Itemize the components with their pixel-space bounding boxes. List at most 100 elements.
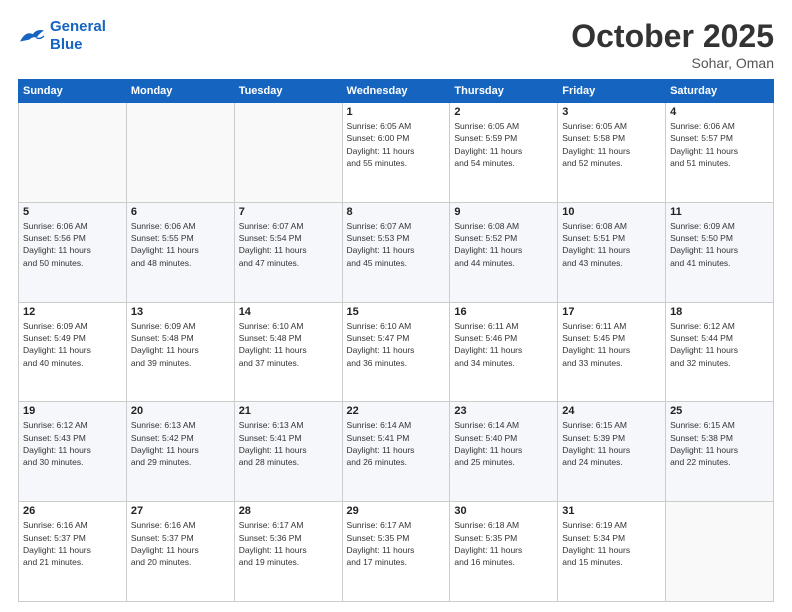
weekday-header-saturday: Saturday bbox=[666, 80, 774, 103]
day-info: Sunrise: 6:12 AMSunset: 5:43 PMDaylight:… bbox=[23, 419, 122, 468]
day-cell-14: 14 Sunrise: 6:10 AMSunset: 5:48 PMDayligh… bbox=[234, 302, 342, 402]
day-number: 11 bbox=[670, 206, 769, 218]
day-number: 25 bbox=[670, 405, 769, 417]
calendar-week-row: 19 Sunrise: 6:12 AMSunset: 5:43 PMDayligh… bbox=[19, 402, 774, 502]
day-info: Sunrise: 6:10 AMSunset: 5:48 PMDaylight:… bbox=[239, 320, 338, 369]
day-info: Sunrise: 6:06 AMSunset: 5:56 PMDaylight:… bbox=[23, 220, 122, 269]
day-info: Sunrise: 6:17 AMSunset: 5:36 PMDaylight:… bbox=[239, 519, 338, 568]
calendar-week-row: 26 Sunrise: 6:16 AMSunset: 5:37 PMDayligh… bbox=[19, 502, 774, 602]
day-cell-4: 4 Sunrise: 6:06 AMSunset: 5:57 PMDaylight… bbox=[666, 103, 774, 203]
day-info: Sunrise: 6:07 AMSunset: 5:53 PMDaylight:… bbox=[347, 220, 446, 269]
day-number: 28 bbox=[239, 505, 338, 517]
day-info: Sunrise: 6:15 AMSunset: 5:39 PMDaylight:… bbox=[562, 419, 661, 468]
day-cell-2: 2Sunrise: 6:05 AMSunset: 5:59 PMDaylight… bbox=[450, 103, 558, 203]
day-info: Sunrise: 6:09 AMSunset: 5:48 PMDaylight:… bbox=[131, 320, 230, 369]
day-info: Sunrise: 6:05 AMSunset: 5:58 PMDaylight:… bbox=[562, 120, 661, 169]
day-cell-3: 3 Sunrise: 6:05 AMSunset: 5:58 PMDaylight… bbox=[558, 103, 666, 203]
day-cell-13: 13 Sunrise: 6:09 AMSunset: 5:48 PMDayligh… bbox=[126, 302, 234, 402]
day-number: 26 bbox=[23, 505, 122, 517]
day-info: Sunrise: 6:17 AMSunset: 5:35 PMDaylight:… bbox=[347, 519, 446, 568]
day-number: 24 bbox=[562, 405, 661, 417]
weekday-header-monday: Monday bbox=[126, 80, 234, 103]
day-cell-empty bbox=[234, 103, 342, 203]
day-info: Sunrise: 6:09 AMSunset: 5:49 PMDaylight:… bbox=[23, 320, 122, 369]
day-number: 9 bbox=[454, 206, 553, 218]
day-cell-29: 29 Sunrise: 6:17 AMSunset: 5:35 PMDayligh… bbox=[342, 502, 450, 602]
day-number: 4 bbox=[670, 106, 769, 118]
day-info: Sunrise: 6:11 AMSunset: 5:46 PMDaylight:… bbox=[454, 320, 553, 369]
day-cell-12: 12 Sunrise: 6:09 AMSunset: 5:49 PMDayligh… bbox=[19, 302, 127, 402]
day-cell-30: 30Sunrise: 6:18 AMSunset: 5:35 PMDayligh… bbox=[450, 502, 558, 602]
day-number: 13 bbox=[131, 306, 230, 318]
logo-blue: Blue bbox=[50, 36, 106, 54]
day-number: 7 bbox=[239, 206, 338, 218]
day-info: Sunrise: 6:08 AMSunset: 5:51 PMDaylight:… bbox=[562, 220, 661, 269]
day-info: Sunrise: 6:16 AMSunset: 5:37 PMDaylight:… bbox=[23, 519, 122, 568]
day-cell-20: 20Sunrise: 6:13 AMSunset: 5:42 PMDayligh… bbox=[126, 402, 234, 502]
day-cell-25: 25 Sunrise: 6:15 AMSunset: 5:38 PMDayligh… bbox=[666, 402, 774, 502]
day-cell-31: 31 Sunrise: 6:19 AMSunset: 5:34 PMDayligh… bbox=[558, 502, 666, 602]
day-info: Sunrise: 6:15 AMSunset: 5:38 PMDaylight:… bbox=[670, 419, 769, 468]
day-number: 15 bbox=[347, 306, 446, 318]
day-number: 16 bbox=[454, 306, 553, 318]
day-number: 14 bbox=[239, 306, 338, 318]
day-number: 3 bbox=[562, 106, 661, 118]
day-cell-24: 24 Sunrise: 6:15 AMSunset: 5:39 PMDayligh… bbox=[558, 402, 666, 502]
day-info: Sunrise: 6:09 AMSunset: 5:50 PMDaylight:… bbox=[670, 220, 769, 269]
day-info: Sunrise: 6:16 AMSunset: 5:37 PMDaylight:… bbox=[131, 519, 230, 568]
day-cell-17: 17Sunrise: 6:11 AMSunset: 5:45 PMDayligh… bbox=[558, 302, 666, 402]
day-info: Sunrise: 6:07 AMSunset: 5:54 PMDaylight:… bbox=[239, 220, 338, 269]
weekday-header-friday: Friday bbox=[558, 80, 666, 103]
day-info: Sunrise: 6:13 AMSunset: 5:42 PMDaylight:… bbox=[131, 419, 230, 468]
day-number: 29 bbox=[347, 505, 446, 517]
title-block: October 2025 Sohar, Oman bbox=[571, 18, 774, 71]
calendar-week-row: 5 Sunrise: 6:06 AMSunset: 5:56 PMDaylight… bbox=[19, 202, 774, 302]
day-cell-empty bbox=[666, 502, 774, 602]
day-number: 31 bbox=[562, 505, 661, 517]
day-info: Sunrise: 6:19 AMSunset: 5:34 PMDaylight:… bbox=[562, 519, 661, 568]
day-info: Sunrise: 6:11 AMSunset: 5:45 PMDaylight:… bbox=[562, 320, 661, 369]
day-info: Sunrise: 6:13 AMSunset: 5:41 PMDaylight:… bbox=[239, 419, 338, 468]
calendar-week-row: 12 Sunrise: 6:09 AMSunset: 5:49 PMDayligh… bbox=[19, 302, 774, 402]
day-cell-28: 28 Sunrise: 6:17 AMSunset: 5:36 PMDayligh… bbox=[234, 502, 342, 602]
day-number: 21 bbox=[239, 405, 338, 417]
logo-bird-icon bbox=[18, 25, 46, 47]
day-number: 19 bbox=[23, 405, 122, 417]
day-number: 22 bbox=[347, 405, 446, 417]
weekday-header-row: SundayMondayTuesdayWednesdayThursdayFrid… bbox=[19, 80, 774, 103]
day-info: Sunrise: 6:05 AMSunset: 6:00 PMDaylight:… bbox=[347, 120, 446, 169]
day-number: 12 bbox=[23, 306, 122, 318]
day-number: 1 bbox=[347, 106, 446, 118]
day-number: 10 bbox=[562, 206, 661, 218]
day-cell-23: 23Sunrise: 6:14 AMSunset: 5:40 PMDayligh… bbox=[450, 402, 558, 502]
day-info: Sunrise: 6:12 AMSunset: 5:44 PMDaylight:… bbox=[670, 320, 769, 369]
day-info: Sunrise: 6:08 AMSunset: 5:52 PMDaylight:… bbox=[454, 220, 553, 269]
day-info: Sunrise: 6:06 AMSunset: 5:57 PMDaylight:… bbox=[670, 120, 769, 169]
day-cell-19: 19 Sunrise: 6:12 AMSunset: 5:43 PMDayligh… bbox=[19, 402, 127, 502]
weekday-header-sunday: Sunday bbox=[19, 80, 127, 103]
day-info: Sunrise: 6:14 AMSunset: 5:40 PMDaylight:… bbox=[454, 419, 553, 468]
day-number: 27 bbox=[131, 505, 230, 517]
day-number: 2 bbox=[454, 106, 553, 118]
day-cell-6: 6Sunrise: 6:06 AMSunset: 5:55 PMDaylight… bbox=[126, 202, 234, 302]
day-number: 18 bbox=[670, 306, 769, 318]
day-info: Sunrise: 6:10 AMSunset: 5:47 PMDaylight:… bbox=[347, 320, 446, 369]
day-number: 30 bbox=[454, 505, 553, 517]
day-cell-18: 18 Sunrise: 6:12 AMSunset: 5:44 PMDayligh… bbox=[666, 302, 774, 402]
day-cell-7: 7 Sunrise: 6:07 AMSunset: 5:54 PMDaylight… bbox=[234, 202, 342, 302]
day-cell-21: 21 Sunrise: 6:13 AMSunset: 5:41 PMDayligh… bbox=[234, 402, 342, 502]
day-cell-10: 10 Sunrise: 6:08 AMSunset: 5:51 PMDayligh… bbox=[558, 202, 666, 302]
day-cell-27: 27 Sunrise: 6:16 AMSunset: 5:37 PMDayligh… bbox=[126, 502, 234, 602]
weekday-header-tuesday: Tuesday bbox=[234, 80, 342, 103]
logo-text: General Blue bbox=[50, 18, 106, 54]
day-cell-8: 8 Sunrise: 6:07 AMSunset: 5:53 PMDaylight… bbox=[342, 202, 450, 302]
page: General Blue October 2025 Sohar, Oman Su… bbox=[0, 0, 792, 612]
calendar: SundayMondayTuesdayWednesdayThursdayFrid… bbox=[18, 79, 774, 602]
location: Sohar, Oman bbox=[571, 55, 774, 71]
logo-general: General bbox=[50, 18, 106, 35]
day-number: 8 bbox=[347, 206, 446, 218]
day-cell-16: 16 Sunrise: 6:11 AMSunset: 5:46 PMDayligh… bbox=[450, 302, 558, 402]
day-info: Sunrise: 6:14 AMSunset: 5:41 PMDaylight:… bbox=[347, 419, 446, 468]
day-number: 5 bbox=[23, 206, 122, 218]
day-number: 6 bbox=[131, 206, 230, 218]
